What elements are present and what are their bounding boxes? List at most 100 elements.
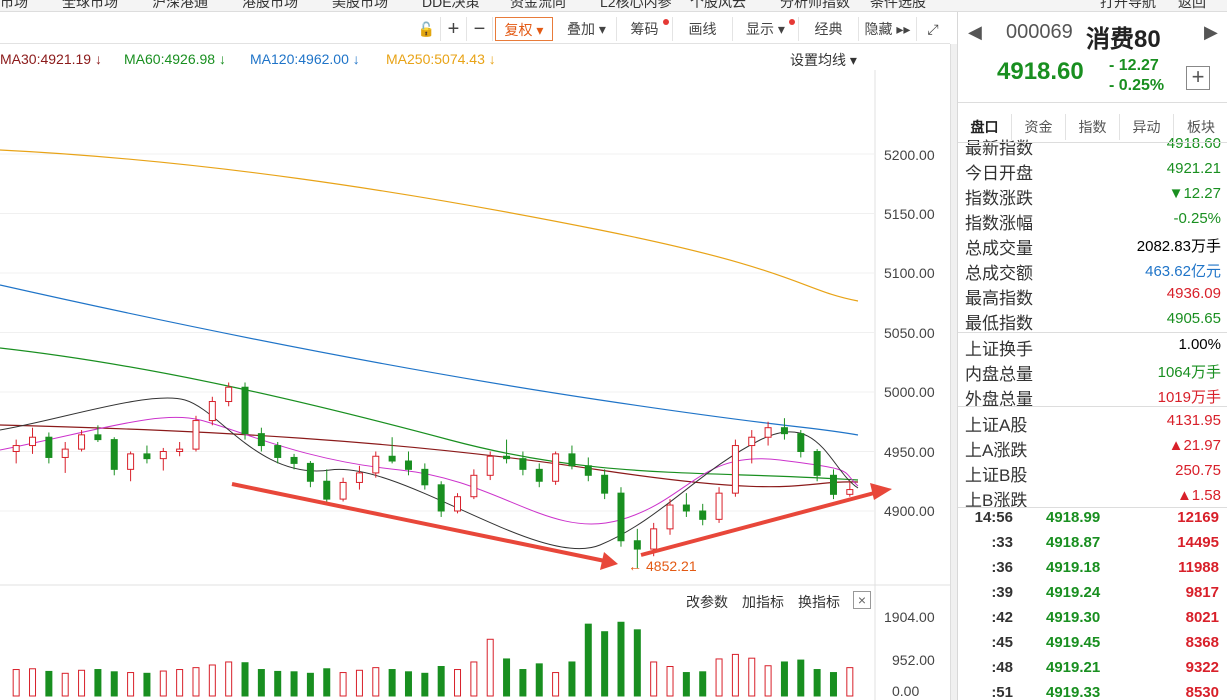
candle-body bbox=[323, 480, 331, 500]
yincang-button[interactable]: 隐藏 ▸▸ bbox=[859, 17, 917, 41]
volume-bar bbox=[535, 663, 543, 697]
low-arrow-label: ← bbox=[628, 558, 642, 574]
quote-row-value: ▲1.58 bbox=[1176, 487, 1221, 504]
huaxian-label: 画线 bbox=[688, 21, 717, 37]
volume-bar bbox=[12, 669, 20, 697]
candle-body bbox=[208, 401, 216, 422]
volume-bar bbox=[339, 672, 347, 697]
ma60-label: MA60:4926.98 ↓ bbox=[124, 51, 226, 67]
volume-bar bbox=[764, 665, 772, 697]
candle-body bbox=[829, 474, 837, 495]
prev-stock-icon[interactable]: ◀ bbox=[968, 22, 982, 43]
quote-row-value: 1019万手 bbox=[1157, 389, 1221, 406]
nav-item[interactable]: 资金流向 bbox=[510, 0, 566, 11]
ma120-line bbox=[0, 284, 859, 436]
nav-item[interactable]: 返回 bbox=[1178, 0, 1206, 11]
nav-item[interactable]: 个股风云 bbox=[690, 0, 746, 11]
zoom-in-button[interactable]: + bbox=[441, 17, 467, 41]
low-mark-label: 4852.21 bbox=[646, 558, 697, 574]
ma30-value: MA30:4921.19 bbox=[0, 51, 92, 67]
quote-row-label: 上证A股 bbox=[965, 416, 1028, 435]
quote-row: 指数涨幅 -0.25% bbox=[965, 207, 1221, 233]
quote-row-label: 最新指数 bbox=[965, 139, 1033, 158]
quote-row-label: 指数涨跌 bbox=[965, 189, 1033, 208]
tick-price: 4919.33 bbox=[1046, 684, 1101, 700]
volume-bar bbox=[699, 671, 707, 697]
quote-row-value: 1064万手 bbox=[1157, 364, 1221, 381]
nav-item[interactable]: DDE决策 bbox=[422, 0, 480, 11]
nav-item[interactable]: 市场 bbox=[0, 0, 28, 11]
volume-bar bbox=[192, 667, 200, 697]
nav-item[interactable]: 打开导航 bbox=[1100, 0, 1156, 11]
lock-icon[interactable]: 🔓 bbox=[413, 17, 441, 41]
huanzhibiao-button[interactable]: 换指标 bbox=[798, 592, 840, 612]
fuquan-dropdown[interactable]: 复权 ▾ bbox=[495, 17, 553, 41]
quote-row: 上B涨跌 ▲1.58 bbox=[965, 484, 1221, 510]
volume-bar bbox=[274, 670, 282, 697]
tick-volume: 14495 bbox=[1177, 534, 1219, 551]
candle-body bbox=[127, 453, 135, 470]
y-tick-label: 4950.00 bbox=[884, 444, 935, 460]
splitter[interactable] bbox=[950, 44, 957, 700]
fullscreen-icon[interactable]: ⤢ bbox=[919, 17, 947, 41]
candle-body bbox=[78, 434, 86, 450]
candle-body bbox=[650, 528, 658, 550]
chouma-label: 筹码 bbox=[630, 21, 659, 37]
candle-body bbox=[355, 472, 363, 483]
quote-row-label: 最低指数 bbox=[965, 314, 1033, 333]
nav-item[interactable]: 港股市场 bbox=[242, 0, 298, 11]
row-divider bbox=[958, 406, 1227, 407]
next-stock-icon[interactable]: ▶ bbox=[1204, 22, 1218, 43]
quote-panel: ◀ 000069 消费80 ▶ 4918.60 - 12.27 - 0.25% … bbox=[957, 12, 1227, 700]
quote-row-label: 上证B股 bbox=[965, 466, 1028, 485]
ma30-label: MA30:4921.19 ↓ bbox=[0, 51, 102, 67]
candle-body bbox=[568, 453, 576, 467]
candle-body bbox=[12, 445, 20, 452]
jingdian-button[interactable]: 经典 bbox=[799, 17, 859, 41]
volume-bar bbox=[208, 664, 216, 697]
volume-bar bbox=[159, 670, 167, 697]
volume-bar bbox=[503, 658, 511, 697]
quote-row: 最高指数 4936.09 bbox=[965, 282, 1221, 308]
app: 市场 全球市场 沪深港通 港股市场 美股市场 DDE决策 资金流向 L2核心内参… bbox=[0, 0, 1227, 700]
volume-bar bbox=[29, 668, 37, 697]
row-divider bbox=[958, 332, 1227, 333]
volume-bar bbox=[715, 658, 723, 697]
candle-body bbox=[61, 448, 69, 458]
nav-item[interactable]: 条件选股 bbox=[870, 0, 926, 11]
candle-body bbox=[503, 455, 511, 460]
chouma-button[interactable]: 筹码 bbox=[617, 17, 673, 41]
candle-body bbox=[846, 489, 854, 495]
zoom-out-button[interactable]: − bbox=[467, 17, 493, 41]
gaicanshu-button[interactable]: 改参数 bbox=[686, 592, 728, 612]
close-icon[interactable]: × bbox=[853, 591, 871, 609]
quote-row: 内盘总量 1064万手 bbox=[965, 358, 1221, 384]
candle-body bbox=[764, 427, 772, 438]
candle-body bbox=[584, 465, 592, 476]
quote-row-value: 2082.83万手 bbox=[1136, 238, 1221, 255]
huaxian-button[interactable]: 画线 bbox=[673, 17, 733, 41]
volume-bar bbox=[617, 621, 625, 697]
volume-bar bbox=[257, 669, 265, 697]
quote-row: 今日开盘 4921.21 bbox=[965, 157, 1221, 183]
candle-body bbox=[421, 468, 429, 486]
volume-bar bbox=[78, 669, 86, 697]
nav-item[interactable]: 分析师指数 bbox=[780, 0, 850, 11]
volume-bar bbox=[650, 661, 658, 697]
volume-bar bbox=[225, 661, 233, 697]
diejia-dropdown[interactable]: 叠加 ▾ bbox=[557, 17, 617, 41]
set-ma-dropdown[interactable]: 设置均线 ▾ bbox=[790, 50, 857, 70]
xianshi-dropdown[interactable]: 显示 ▾ bbox=[733, 17, 799, 41]
nav-item[interactable]: 美股市场 bbox=[332, 0, 388, 11]
candle-body bbox=[535, 468, 543, 482]
vol-tick-label: 952.00 bbox=[892, 652, 935, 668]
add-watchlist-button[interactable]: + bbox=[1186, 66, 1210, 90]
nav-item[interactable]: 沪深港通 bbox=[152, 0, 208, 11]
volume-bar bbox=[748, 657, 756, 697]
nav-item[interactable]: L2核心内参 bbox=[600, 0, 672, 11]
nav-item[interactable]: 全球市场 bbox=[62, 0, 118, 11]
ma120-label: MA120:4962.00 ↓ bbox=[250, 51, 360, 67]
quote-row: 最新指数 4918.60 bbox=[965, 132, 1221, 158]
tick-price: 4918.99 bbox=[1046, 509, 1101, 526]
jiazhibiao-button[interactable]: 加指标 bbox=[742, 592, 784, 612]
